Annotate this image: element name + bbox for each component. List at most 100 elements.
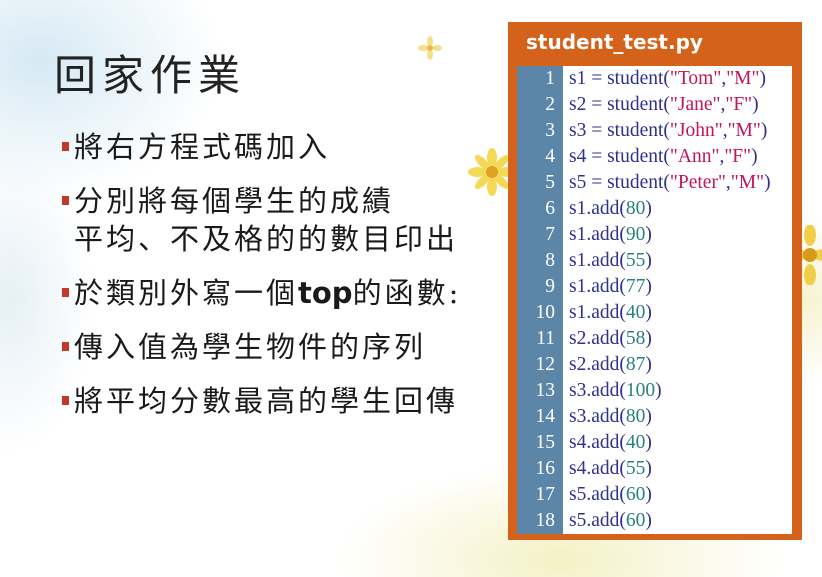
code-token: ) [645,510,652,531]
code-token: ) [645,484,652,505]
code-token: ) [645,224,652,245]
code-token: s1 = student( [569,68,670,89]
number-literal: 80 [625,198,646,219]
line-number: 12 [535,354,556,375]
code-token: s5.add( [569,510,626,531]
line-number: 14 [535,406,556,427]
bullet-text: 於類別外寫一個 [74,276,299,310]
code-token: s2.add( [569,328,626,349]
number-literal: 60 [625,484,646,505]
bullet-text: 的函數: [352,276,462,310]
number-literal: 90 [625,224,646,245]
code-text: s4.add(40) [563,430,652,456]
code-body: 1 s1 = student("Tom","M") 2 s2 = student("J… [536,66,792,534]
code-token: ) [645,302,652,323]
code-line: 18 s5.add(60) [536,508,792,534]
line-number: 5 [545,172,555,193]
code-token: s3 = student( [569,120,670,141]
code-token: ) [764,172,771,193]
code-token: ) [645,458,652,479]
bullet-marker-icon [62,396,69,405]
code-line: 7 s1.add(90) [545,222,792,248]
code-panel: student_test.py 1 s1 = student("Tom","M")… [508,22,802,540]
code-line: 11 s2.add(58) [536,326,792,352]
code-line: 14 s3.add(80) [536,404,792,430]
code-token: s1.add( [569,302,626,323]
line-number: 11 [536,328,555,349]
code-text: s3.add(80) [563,404,652,430]
bullet-list: 將右方程式碼加入 分別將每個學生的成績 平均、不及格的的數目印出 於類別外寫一個… [62,128,492,436]
code-text: s1.add(80) [563,196,652,222]
code-line: 15 s4.add(40) [536,430,792,456]
code-line: 10 s1.add(40) [536,300,792,326]
string-literal: "F" [725,94,753,115]
code-token: s2 = student( [569,94,670,115]
string-literal: "M" [726,68,760,89]
code-line: 6 s1.add(80) [545,196,792,222]
code-token: ) [645,250,652,271]
code-text: s1.add(55) [563,248,652,274]
code-token: s4.add( [569,432,626,453]
code-token: s1.add( [569,250,626,271]
string-literal: "M" [730,172,765,193]
string-literal: "M" [727,120,761,141]
code-token: ) [645,354,652,375]
code-line: 4 s4 = student("Ann","F") [545,144,792,170]
bullet-text: 分別將每個學生的成績 [74,184,395,218]
code-text: s3.add(100) [563,378,662,404]
bullet-text: 傳入值為學生物件的序列 [74,330,427,364]
number-literal: 55 [625,458,646,479]
code-token: s2.add( [569,354,626,375]
code-token: ) [645,406,652,427]
line-number: 4 [545,146,555,167]
number-literal: 80 [625,406,646,427]
code-text: s2.add(87) [563,352,652,378]
code-token: s4 = student( [569,146,670,167]
code-line: 8 s1.add(55) [545,248,792,274]
code-token: s5 = student( [569,172,670,193]
code-token: s1.add( [569,198,626,219]
code-text: s1 = student("Tom","M") [563,66,766,92]
code-token: s3.add( [569,380,626,401]
code-line: 13 s3.add(100) [536,378,792,404]
code-text: s3 = student("John","M") [563,118,767,144]
code-token: s1.add( [569,276,626,297]
code-line: 1 s1 = student("Tom","M") [545,66,792,92]
code-text: s5.add(60) [563,508,652,534]
line-number: 17 [535,484,556,505]
line-number: 15 [535,432,556,453]
code-token: ) [655,380,662,401]
number-literal: 60 [625,510,646,531]
line-number: 3 [545,120,555,141]
line-number: 10 [535,302,556,323]
code-text: s1.add(40) [563,300,652,326]
code-filename: student_test.py [526,30,703,54]
line-number: 6 [545,198,555,219]
bullet-item: 分別將每個學生的成績 平均、不及格的的數目印出 [62,182,492,258]
bullet-item: 將右方程式碼加入 [62,128,492,166]
bullet-text-continued: 平均、不及格的的數目印出 [74,222,459,256]
code-text: s4 = student("Ann","F") [563,144,758,170]
code-text: s4.add(55) [563,456,652,482]
bullet-item: 傳入值為學生物件的序列 [62,328,492,366]
bullet-item: 將平均分數最高的學生回傳 [62,382,492,420]
code-line: 3 s3 = student("John","M") [545,118,792,144]
number-literal: 77 [625,276,646,297]
bullet-marker-icon [62,142,69,151]
flower-decoration-icon [418,36,442,60]
code-line: 9 s1.add(77) [545,274,792,300]
code-token: s4.add( [569,458,626,479]
code-line: 16 s4.add(55) [536,456,792,482]
line-number: 13 [535,380,556,401]
number-literal: 55 [625,250,646,271]
bullet-marker-icon [62,342,69,351]
number-literal: 58 [625,328,646,349]
code-token: ) [751,146,758,167]
line-number: 1 [545,68,555,89]
bullet-marker-icon [62,288,69,297]
code-token: ) [645,432,652,453]
code-token: ) [645,198,652,219]
number-literal: 100 [625,380,656,401]
code-text: s2 = student("Jane","F") [563,92,759,118]
number-literal: 40 [625,432,646,453]
